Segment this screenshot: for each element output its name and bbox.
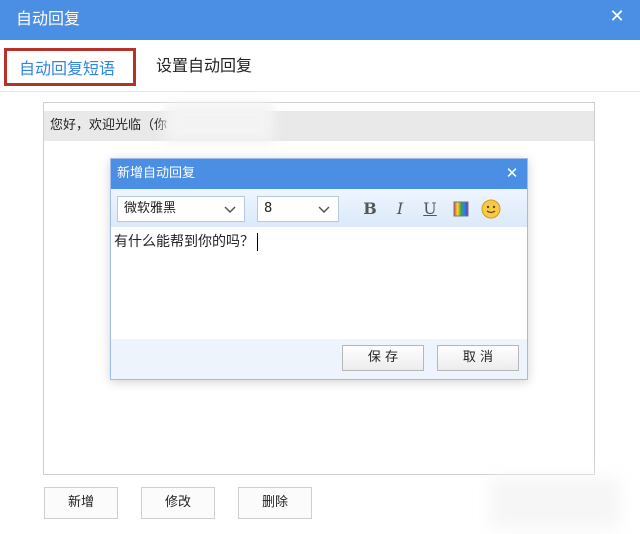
bold-icon[interactable]: B xyxy=(359,198,381,220)
chevron-down-icon xyxy=(318,206,330,214)
font-size-value: 8 xyxy=(264,201,273,216)
color-palette-icon[interactable] xyxy=(450,198,472,220)
emoji-icon[interactable] xyxy=(480,198,502,220)
dialog-titlebar: 新增自动回复 ✕ xyxy=(111,159,527,189)
add-button[interactable]: 新增 xyxy=(44,487,118,519)
text-caret xyxy=(257,233,258,251)
reply-content-editor[interactable]: 有什么能帮到你的吗？ xyxy=(111,227,527,339)
close-icon[interactable]: ✕ xyxy=(606,6,628,28)
tab-auto-reply-phrases[interactable]: 自动回复短语 xyxy=(4,48,136,86)
dialog-close-icon[interactable]: ✕ xyxy=(503,163,521,183)
list-item[interactable]: 您好，欢迎光临（你 xyxy=(44,103,594,143)
chevron-down-icon xyxy=(224,206,236,214)
list-item-text: 您好，欢迎光临（你 xyxy=(50,118,168,133)
dialog-title: 新增自动回复 xyxy=(117,166,196,181)
window-titlebar: 自动回复 ✕ xyxy=(0,0,640,40)
blurred-region xyxy=(164,103,274,143)
font-select-value: 微软雅黑 xyxy=(124,201,177,216)
italic-icon[interactable]: I xyxy=(389,198,411,220)
window-title: 自动回复 xyxy=(16,9,81,28)
format-toolbar: 微软雅黑 8 B I U xyxy=(111,189,527,227)
delete-button[interactable]: 删除 xyxy=(238,487,312,519)
font-size-select[interactable]: 8 xyxy=(257,196,339,222)
blurred-watermark xyxy=(490,478,620,528)
tab-auto-reply-settings[interactable]: 设置自动回复 xyxy=(144,48,264,86)
underline-icon[interactable]: U xyxy=(419,198,441,220)
edit-button[interactable]: 修改 xyxy=(141,487,215,519)
dialog-footer: 保 存 取 消 xyxy=(111,339,527,379)
tab-bar: 自动回复短语 设置自动回复 xyxy=(0,40,640,92)
save-button[interactable]: 保 存 xyxy=(342,345,424,371)
cancel-button[interactable]: 取 消 xyxy=(437,345,519,371)
font-select[interactable]: 微软雅黑 xyxy=(117,196,245,222)
new-reply-dialog: 新增自动回复 ✕ 微软雅黑 8 B I U 有什么能帮到你的吗？ 保 存 取 消 xyxy=(110,158,528,380)
reply-content-text: 有什么能帮到你的吗？ xyxy=(114,234,254,250)
